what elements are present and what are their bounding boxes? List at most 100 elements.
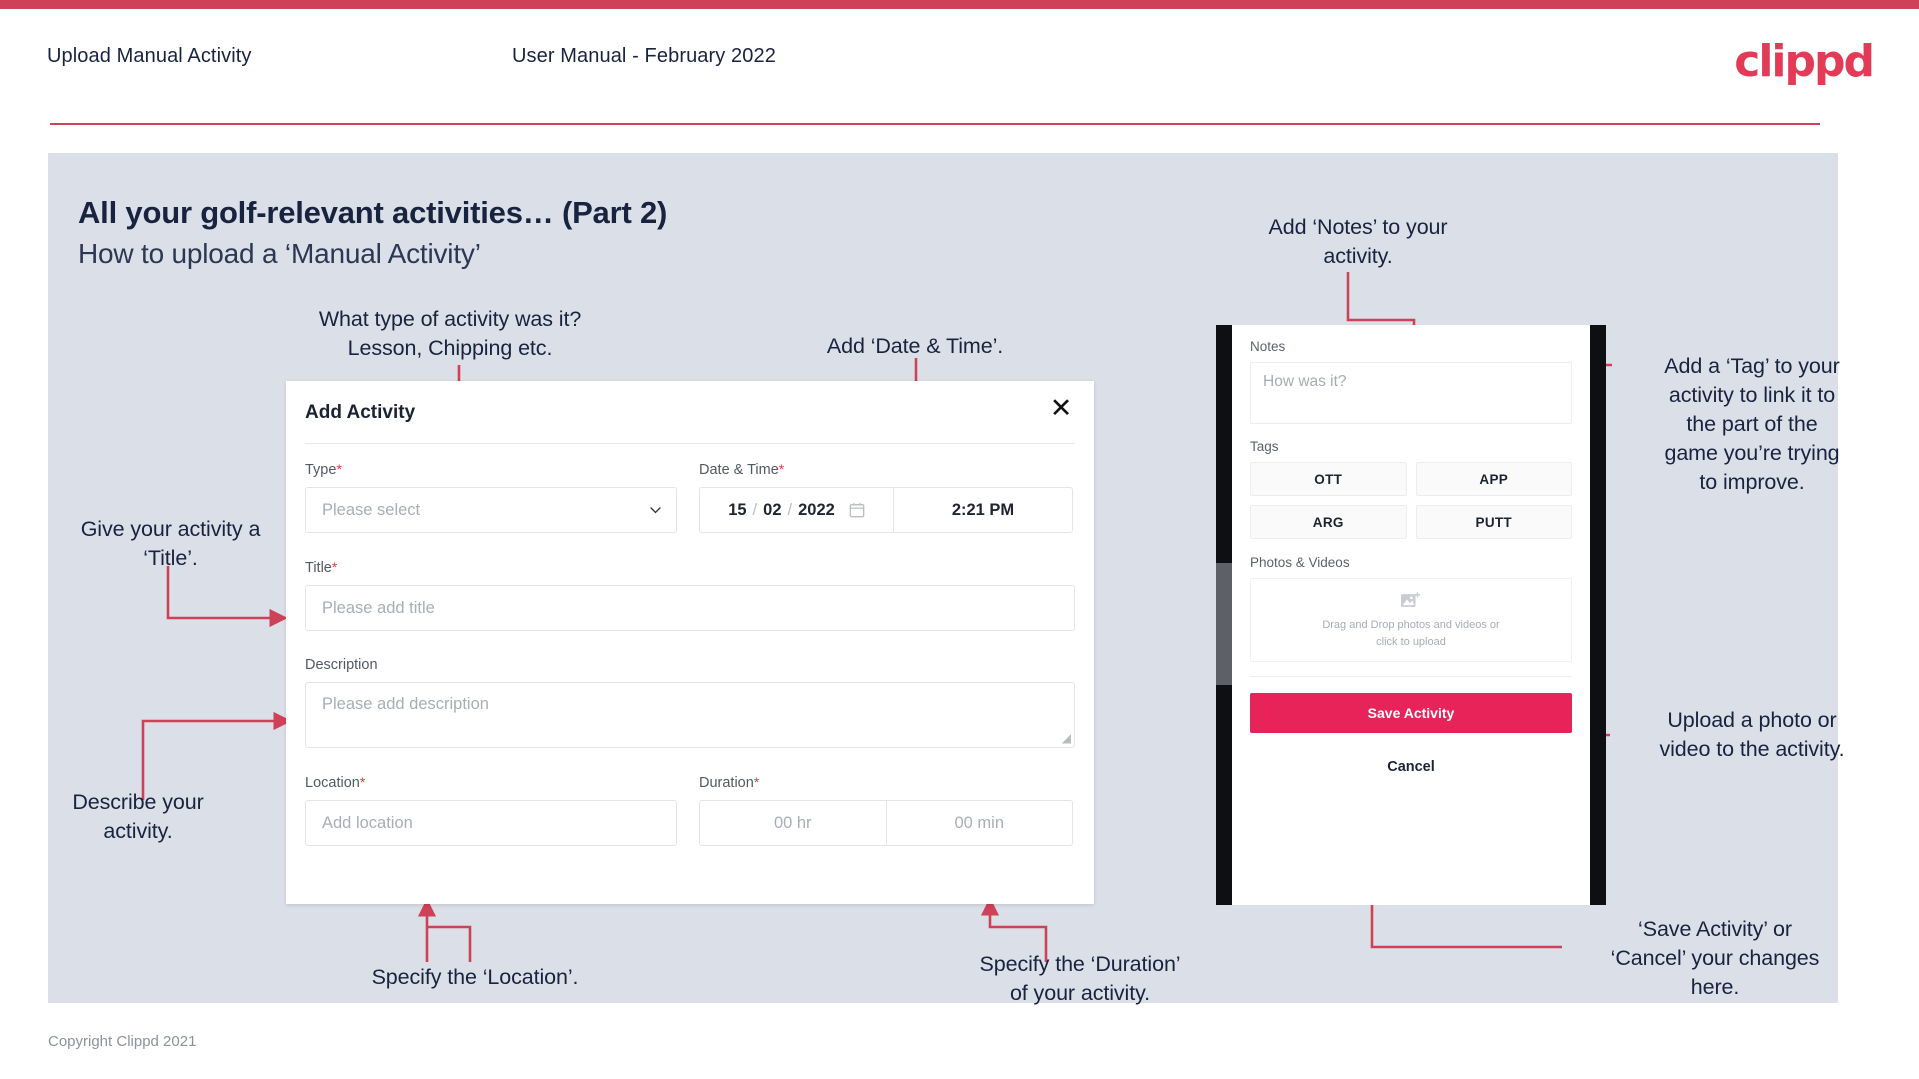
tag-ott-button[interactable]: OTT — [1250, 462, 1407, 496]
annotation-description: Describe your activity. — [38, 788, 238, 846]
phone-mockup: Notes How was it? Tags OTT APP ARG PUTT … — [1216, 325, 1606, 905]
duration-required-marker: * — [753, 774, 760, 790]
duration-hours-input[interactable]: 00 hr — [700, 801, 886, 845]
annotation-photos-text: Upload a photo or video to the activity. — [1659, 708, 1845, 761]
location-field-group: Location* Add location — [305, 774, 677, 846]
description-label: Description — [305, 657, 1075, 673]
duration-label-text: Duration — [699, 775, 754, 791]
description-field-group: Description Please add description ◢ — [305, 657, 1075, 748]
date-year: 2022 — [798, 500, 835, 519]
slide-title: All your golf-relevant activities… (Part… — [78, 195, 668, 230]
tag-putt-button[interactable]: PUTT — [1415, 505, 1572, 539]
title-field-group: Title* Please add title — [305, 559, 1075, 631]
phone-frame-right — [1590, 325, 1606, 905]
datetime-field-group: Date & Time* 15 / 02 / 2022 2:21 PM — [699, 461, 1073, 533]
annotation-location: Specify the ‘Location’. — [330, 963, 620, 992]
location-placeholder: Add location — [322, 813, 413, 832]
dialog-title: Add Activity — [305, 402, 416, 423]
clippd-logo: clippd — [1734, 36, 1875, 87]
copyright-text: Copyright Clippd 2021 — [48, 1033, 197, 1050]
description-textarea[interactable]: Please add description ◢ — [305, 682, 1075, 748]
header-divider — [50, 123, 1820, 125]
save-activity-button[interactable]: Save Activity — [1250, 693, 1572, 733]
datetime-label: Date & Time* — [699, 461, 1073, 478]
title-label: Title* — [305, 559, 1075, 576]
annotation-datetime-text: Add ‘Date & Time’. — [826, 334, 1004, 358]
calendar-icon[interactable] — [849, 502, 865, 518]
phone-screen: Notes How was it? Tags OTT APP ARG PUTT … — [1232, 325, 1590, 905]
photo-dropzone-line2: click to upload — [1376, 635, 1446, 648]
phone-content: Notes How was it? Tags OTT APP ARG PUTT … — [1232, 325, 1590, 775]
annotation-title-text: Give your activity a ‘Title’. — [80, 517, 261, 570]
duration-minutes-input[interactable]: 00 min — [885, 801, 1073, 845]
location-required-marker: * — [359, 774, 366, 790]
phone-volume-button — [1216, 563, 1232, 685]
title-required-marker: * — [331, 559, 338, 575]
annotation-notes: Add ‘Notes’ to your activity. — [1228, 213, 1488, 271]
type-field-group: Type* Please select — [305, 461, 677, 533]
photo-dropzone[interactable]: Drag and Drop photos and videos or click… — [1250, 578, 1572, 662]
title-label-text: Title — [305, 560, 332, 576]
dialog-divider — [305, 443, 1075, 444]
type-label: Type* — [305, 461, 677, 478]
annotation-location-text: Specify the ‘Location’. — [371, 965, 579, 989]
title-input[interactable]: Please add title — [305, 585, 1075, 631]
annotation-datetime: Add ‘Date & Time’. — [770, 332, 1060, 361]
location-label: Location* — [305, 774, 677, 791]
resize-handle-icon[interactable]: ◢ — [1062, 731, 1071, 745]
type-required-marker: * — [336, 461, 342, 477]
duration-field-group: Duration* 00 hr 00 min — [699, 774, 1073, 846]
close-icon[interactable]: ✕ — [1046, 393, 1076, 423]
header-subtitle: User Manual - February 2022 — [512, 45, 776, 67]
annotation-title: Give your activity a ‘Title’. — [38, 515, 303, 573]
description-placeholder: Please add description — [322, 695, 489, 713]
header-title: Upload Manual Activity — [47, 45, 252, 67]
slide-subtitle: How to upload a ‘Manual Activity’ — [78, 238, 481, 269]
datetime-required-marker: * — [778, 461, 785, 477]
form-row-type-datetime: Type* Please select Date & Time* 15 / 02… — [305, 461, 1075, 533]
phone-notes-input[interactable]: How was it? — [1250, 362, 1572, 424]
photo-dropzone-line1: Drag and Drop photos and videos or — [1322, 618, 1500, 631]
type-select[interactable]: Please select — [305, 487, 677, 533]
time-input[interactable]: 2:21 PM — [894, 488, 1072, 532]
chevron-down-icon — [650, 507, 661, 514]
annotation-type-text: What type of activity was it? Lesson, Ch… — [318, 307, 582, 360]
cancel-button[interactable]: Cancel — [1250, 759, 1572, 775]
top-accent-bar — [0, 0, 1919, 9]
type-label-text: Type — [305, 462, 337, 478]
tag-arg-button[interactable]: ARG — [1250, 505, 1407, 539]
annotation-description-text: Describe your activity. — [72, 790, 204, 843]
location-label-text: Location — [305, 775, 360, 791]
phone-photos-label: Photos & Videos — [1250, 555, 1350, 570]
phone-notes-label: Notes — [1250, 339, 1286, 354]
annotation-photos: Upload a photo or video to the activity. — [1618, 706, 1886, 764]
date-day: 15 — [728, 500, 747, 519]
date-sep-1: / — [752, 500, 758, 519]
datetime-label-text: Date & Time — [699, 462, 779, 478]
duration-label: Duration* — [699, 774, 1073, 791]
dialog-header: Add Activity ✕ — [286, 381, 1094, 443]
date-sep-2: / — [787, 500, 793, 519]
phone-notes-placeholder: How was it? — [1263, 373, 1347, 390]
add-image-icon — [1401, 591, 1421, 607]
datetime-input-group: 15 / 02 / 2022 2:21 PM — [699, 487, 1073, 533]
phone-tags-label: Tags — [1250, 439, 1279, 454]
description-label-text: Description — [305, 657, 378, 673]
annotation-duration: Specify the ‘Duration’ of your activity. — [930, 950, 1230, 1008]
annotation-type: What type of activity was it? Lesson, Ch… — [300, 305, 600, 363]
date-month: 02 — [763, 500, 782, 519]
annotation-duration-text: Specify the ‘Duration’ of your activity. — [979, 952, 1181, 1005]
phone-divider — [1250, 676, 1572, 677]
type-placeholder: Please select — [322, 500, 421, 519]
date-input[interactable]: 15 / 02 / 2022 — [700, 488, 894, 532]
slide-page: Upload Manual Activity User Manual - Feb… — [0, 0, 1919, 1079]
activity-form: Type* Please select Date & Time* 15 / 02… — [305, 461, 1075, 846]
duration-input-group: 00 hr 00 min — [699, 800, 1073, 846]
title-placeholder: Please add title — [322, 598, 435, 617]
add-activity-dialog: Add Activity ✕ Type* Please select Date … — [286, 381, 1094, 904]
annotation-save-text: ‘Save Activity’ or ‘Cancel’ your changes… — [1610, 917, 1820, 999]
tag-app-button[interactable]: APP — [1415, 462, 1572, 496]
annotation-tags: Add a ‘Tag’ to your activity to link it … — [1618, 352, 1886, 497]
location-input[interactable]: Add location — [305, 800, 677, 846]
phone-tags-grid: OTT APP ARG PUTT — [1250, 462, 1572, 539]
